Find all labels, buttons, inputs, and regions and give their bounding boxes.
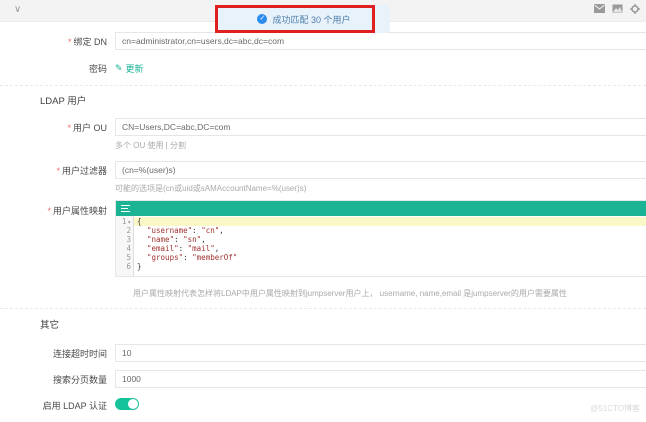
fold-arrow-icon[interactable]: ▾ (127, 219, 131, 226)
check-circle-icon: ✓ (257, 14, 267, 24)
code-line: "username": "cn", (134, 226, 646, 235)
timeout-label: 连接超时时间 (0, 343, 115, 360)
attr-map-help: 用户属性映射代表怎样将LDAP中用户属性映射到jumpserver用户上， us… (115, 288, 646, 299)
top-toolbar: ∨ ✓ 成功匹配 30 个用户 (0, 0, 646, 22)
code-line: "email": "mail", (134, 244, 646, 253)
section-divider (0, 85, 646, 86)
format-lines-icon (121, 203, 130, 214)
chevron-down-icon[interactable]: ∨ (14, 4, 21, 15)
toast-message: 成功匹配 30 个用户 (272, 13, 350, 26)
section-other: 其它 (0, 317, 646, 331)
mail-icon[interactable] (594, 4, 605, 14)
editor-code[interactable]: { "username": "cn", "name": "sn", "email… (134, 216, 646, 276)
password-update-link[interactable]: ✎ 更新 (115, 62, 144, 75)
user-ou-input[interactable] (115, 118, 646, 136)
user-filter-input[interactable] (115, 161, 646, 179)
user-ou-label: *用户 OU (0, 117, 115, 134)
ldap-settings-form: *绑定 DN 密码 ✎ 更新 LDAP 用户 *用户 OU 多个 OU 使用 |… (0, 31, 646, 422)
toolbar-icons (594, 4, 646, 14)
code-line: "name": "sn", (134, 235, 646, 244)
bind-dn-input[interactable] (115, 32, 646, 50)
bind-dn-label: *绑定 DN (0, 31, 115, 48)
editor-header (116, 201, 646, 216)
page-size-input[interactable] (115, 370, 646, 388)
code-line: { (134, 217, 646, 226)
password-label: 密码 (0, 58, 115, 75)
attr-map-label: *用户属性映射 (0, 200, 115, 217)
gear-icon[interactable] (630, 4, 640, 14)
toggle-knob (128, 399, 138, 409)
user-ou-help: 多个 OU 使用 | 分割 (115, 140, 646, 151)
code-line: "groups": "memberOf" (134, 253, 646, 262)
user-filter-label: *用户过滤器 (0, 160, 115, 177)
section-ldap-user: LDAP 用户 (0, 93, 646, 107)
code-line: } (134, 262, 646, 271)
timeout-input[interactable] (115, 344, 646, 362)
attr-map-editor[interactable]: 1▾ 2 3 4 5 6 { "username": "cn", "name":… (115, 200, 646, 277)
edit-pencil-icon: ✎ (115, 63, 123, 74)
user-filter-help: 可能的选项是(cn或uid或sAMAccountName=%(user)s) (115, 183, 646, 194)
page-size-label: 搜索分页数量 (0, 369, 115, 386)
success-toast: ✓ 成功匹配 30 个用户 (218, 5, 390, 33)
editor-gutter: 1▾ 2 3 4 5 6 (116, 216, 134, 276)
enable-ldap-toggle[interactable] (115, 398, 139, 410)
watermark: @51CTO博客 (590, 403, 640, 414)
image-icon[interactable] (612, 4, 623, 14)
section-divider (0, 308, 646, 309)
enable-ldap-label: 启用 LDAP 认证 (0, 395, 115, 412)
